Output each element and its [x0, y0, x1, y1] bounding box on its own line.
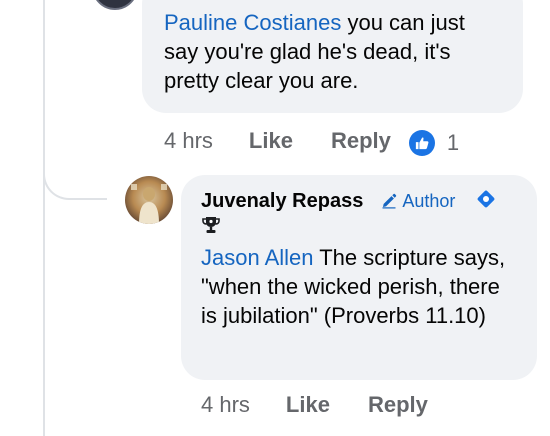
comment-bubble: Pauline Costianes you can just say you'r…: [142, 0, 523, 113]
reply-bubble: Juvenaly Repass Author Jason Allen The s…: [181, 175, 537, 380]
comment-text: Jason Allen The scripture says, "when th…: [201, 243, 519, 330]
author-label: Author: [402, 190, 456, 211]
reaction-count: 1: [446, 130, 460, 155]
author-name[interactable]: Juvenaly Repass: [201, 190, 363, 213]
trophy-icon: [201, 215, 221, 240]
like-button[interactable]: Like: [286, 392, 330, 418]
comment-text: Pauline Costianes you can just say you'r…: [164, 8, 503, 95]
author-badge: Author: [381, 191, 455, 212]
comment-timestamp[interactable]: 4 hrs: [201, 392, 250, 418]
comment-header: Juvenaly Repass Author: [201, 187, 519, 215]
mention-link[interactable]: Jason Allen: [201, 245, 314, 270]
reply-connector-curve: [43, 150, 107, 200]
reply-button[interactable]: Reply: [331, 128, 391, 154]
comment-thread: Pauline Costianes you can just say you'r…: [0, 0, 550, 436]
reply-button[interactable]: Reply: [368, 392, 428, 418]
comment-actions: 4 hrs Like Reply 1: [164, 126, 459, 156]
reaction-summary[interactable]: 1: [408, 126, 460, 156]
pencil-icon: [382, 193, 397, 209]
avatar[interactable]: [92, 0, 138, 10]
thumbs-up-icon: [408, 130, 435, 156]
mention-link[interactable]: Pauline Costianes: [164, 10, 341, 35]
comment-timestamp[interactable]: 4 hrs: [164, 128, 213, 154]
avatar[interactable]: [125, 176, 173, 224]
like-button[interactable]: Like: [249, 128, 293, 154]
reply-actions: 4 hrs Like Reply: [201, 392, 446, 418]
thread-connector-line: [43, 0, 45, 436]
badge-row: [201, 215, 519, 239]
top-fan-icon[interactable]: [475, 188, 497, 215]
